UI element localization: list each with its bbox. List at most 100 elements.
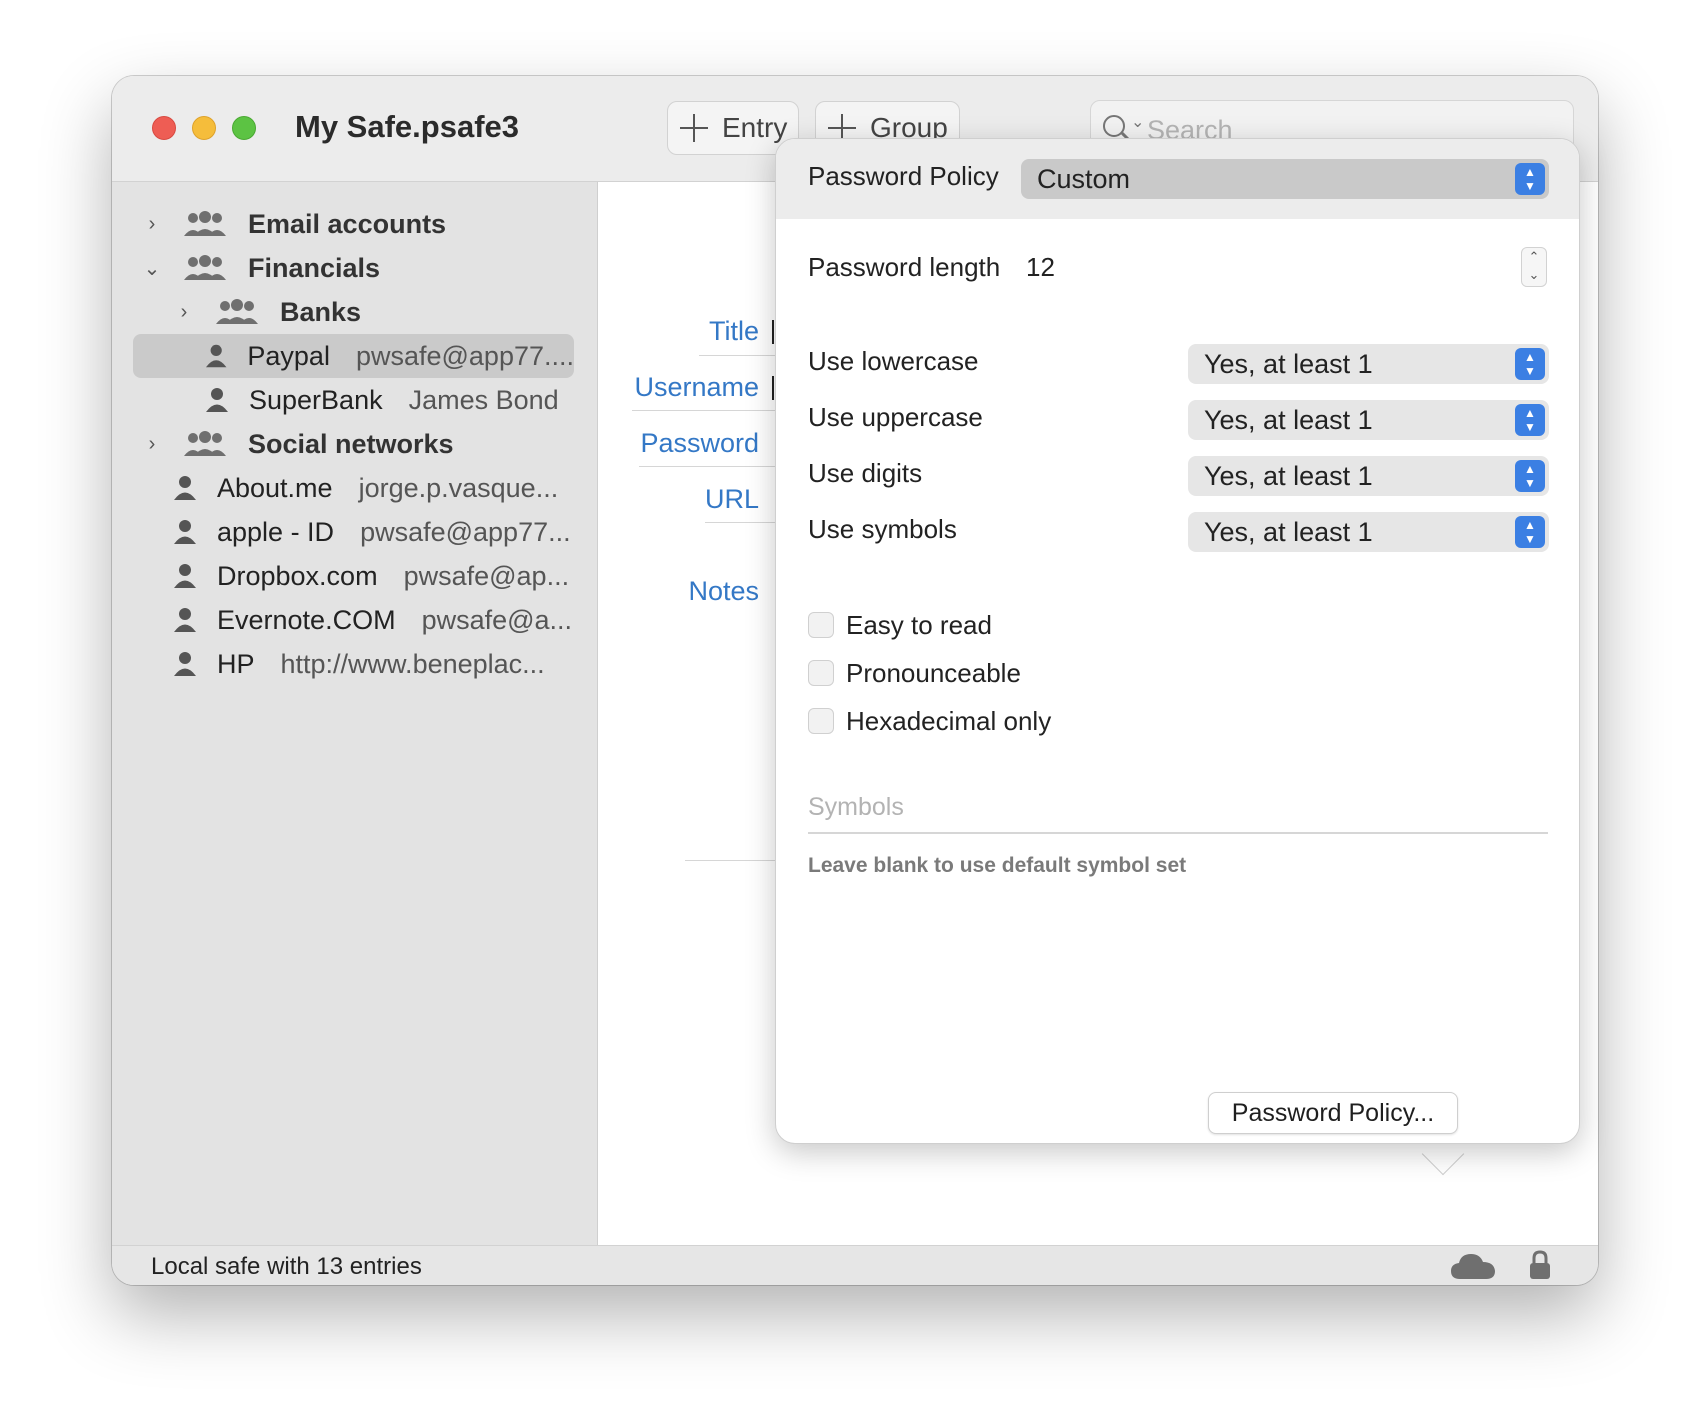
digits-label: Use digits bbox=[808, 458, 923, 488]
pronounceable-label[interactable]: Pronounceable bbox=[846, 658, 1021, 689]
sidebar-entry-superbank[interactable]: SuperBank James Bond bbox=[205, 378, 559, 422]
entry-subtitle: James Bond bbox=[408, 384, 559, 415]
password-policy-popover: Password Policy Custom ▲ ▼ Password lengt… bbox=[775, 138, 1580, 1144]
sidebar-group-financials[interactable]: ⌄ Financials bbox=[140, 246, 380, 290]
entry-title: Evernote.COM bbox=[217, 604, 396, 635]
sidebar-group-email-accounts[interactable]: › Email accounts bbox=[140, 202, 446, 246]
symbols-select[interactable]: Yes, at least 1 ▲ ▼ bbox=[1188, 512, 1549, 552]
password-field[interactable] bbox=[639, 466, 784, 467]
notes-label: Notes bbox=[688, 576, 759, 606]
entry-subtitle: http://www.beneplac... bbox=[280, 648, 545, 679]
entry-title: Dropbox.com bbox=[217, 560, 378, 591]
digits-select-value: Yes, at least 1 bbox=[1204, 460, 1373, 491]
policy-label: Password Policy bbox=[808, 161, 999, 191]
symbols-input[interactable]: Symbols bbox=[808, 793, 904, 822]
entry-title: Paypal bbox=[247, 340, 330, 371]
easy-to-read-checkbox[interactable] bbox=[808, 612, 834, 638]
lowercase-select-value: Yes, at least 1 bbox=[1204, 348, 1373, 379]
group-icon bbox=[184, 255, 226, 280]
entry-title: SuperBank bbox=[249, 384, 383, 415]
group-icon bbox=[216, 299, 258, 324]
entry-subtitle: pwsafe@a... bbox=[421, 604, 573, 635]
group-icon bbox=[184, 211, 226, 236]
lowercase-label: Use lowercase bbox=[808, 346, 979, 376]
zoom-window-button[interactable] bbox=[232, 116, 256, 140]
title-field[interactable] bbox=[772, 320, 774, 344]
notes-field[interactable] bbox=[685, 860, 785, 861]
up-down-chevron-icon: ▲ ▼ bbox=[1515, 460, 1545, 492]
sidebar-group-label: Banks bbox=[280, 296, 362, 327]
pronounceable-checkbox[interactable] bbox=[808, 660, 834, 686]
uppercase-select-value: Yes, at least 1 bbox=[1204, 404, 1373, 435]
password-policy-button[interactable]: Password Policy... bbox=[1208, 1092, 1458, 1134]
entry-subtitle: pwsafe@ap... bbox=[403, 560, 570, 591]
chevron-down-icon[interactable]: ⌄ bbox=[1131, 112, 1144, 132]
url-field[interactable] bbox=[705, 522, 785, 523]
minimize-window-button[interactable] bbox=[192, 116, 216, 140]
policy-select-value: Custom bbox=[1037, 163, 1131, 194]
group-icon bbox=[184, 431, 226, 456]
entry-title: HP bbox=[217, 648, 255, 679]
plus-icon bbox=[680, 114, 708, 142]
title-field-underline bbox=[699, 355, 779, 356]
status-text: Local safe with 13 entries bbox=[151, 1253, 422, 1280]
entry-subtitle: pwsafe@app77.... bbox=[355, 340, 574, 371]
up-down-chevron-icon: ▲ ▼ bbox=[1515, 516, 1545, 548]
entry-subtitle: jorge.p.vasque... bbox=[358, 472, 559, 503]
close-window-button[interactable] bbox=[152, 116, 176, 140]
sidebar-group-banks[interactable]: › Banks bbox=[172, 290, 361, 334]
symbols-input-underline bbox=[808, 832, 1548, 834]
entry-title: About.me bbox=[217, 472, 333, 503]
up-down-chevron-icon: ▲ ▼ bbox=[1515, 163, 1545, 195]
username-field[interactable] bbox=[772, 376, 774, 400]
entry-subtitle: pwsafe@app77... bbox=[360, 516, 571, 547]
sidebar-group-social-networks[interactable]: › Social networks bbox=[140, 422, 454, 466]
chevron-right-icon[interactable]: › bbox=[172, 301, 196, 324]
sidebar-group-label: Email accounts bbox=[248, 208, 447, 239]
sidebar-entry-hp[interactable]: HP http://www.beneplac... bbox=[173, 642, 545, 686]
policy-select[interactable]: Custom ▲ ▼ bbox=[1021, 159, 1549, 199]
person-icon bbox=[174, 652, 196, 676]
up-down-chevron-icon: ▲ ▼ bbox=[1515, 348, 1545, 380]
entry-title: apple - ID bbox=[217, 516, 335, 547]
url-label: URL bbox=[704, 484, 759, 514]
sidebar-group-label: Social networks bbox=[248, 428, 454, 459]
person-icon bbox=[174, 564, 196, 588]
uppercase-select[interactable]: Yes, at least 1 ▲ ▼ bbox=[1188, 400, 1549, 440]
digits-select[interactable]: Yes, at least 1 ▲ ▼ bbox=[1188, 456, 1549, 496]
hexadecimal-only-label[interactable]: Hexadecimal only bbox=[846, 706, 1051, 737]
person-icon bbox=[174, 608, 196, 632]
lowercase-select[interactable]: Yes, at least 1 ▲ ▼ bbox=[1188, 344, 1549, 384]
title-label: Title bbox=[708, 316, 759, 346]
policy-header: Password Policy Custom ▲ ▼ bbox=[776, 139, 1579, 219]
easy-to-read-label[interactable]: Easy to read bbox=[846, 610, 992, 641]
sidebar-entry-dropbox[interactable]: Dropbox.com pwsafe@ap... bbox=[173, 554, 569, 598]
uppercase-label: Use uppercase bbox=[808, 402, 983, 432]
sidebar-group-label: Financials bbox=[248, 252, 381, 283]
status-bar: Local safe with 13 entries bbox=[112, 1245, 1598, 1285]
length-value[interactable]: 12 bbox=[1026, 252, 1055, 283]
hexadecimal-only-checkbox[interactable] bbox=[808, 708, 834, 734]
sidebar-entry-paypal[interactable]: Paypal pwsafe@app77.... bbox=[133, 334, 574, 378]
person-icon bbox=[205, 344, 227, 368]
cloud-icon[interactable] bbox=[1450, 1252, 1496, 1280]
username-label: Username bbox=[634, 372, 759, 402]
sidebar: › Email accounts ⌄ Financials › Banks Pa… bbox=[112, 182, 598, 1245]
window-title: My Safe.psafe3 bbox=[295, 109, 519, 144]
password-label: Password bbox=[640, 428, 759, 458]
sidebar-entry-about-me[interactable]: About.me jorge.p.vasque... bbox=[173, 466, 558, 510]
lock-icon[interactable] bbox=[1529, 1250, 1551, 1280]
username-field-underline bbox=[632, 410, 782, 411]
chevron-down-icon[interactable]: ⌄ bbox=[140, 256, 164, 281]
sidebar-entry-evernote[interactable]: Evernote.COM pwsafe@a... bbox=[173, 598, 572, 642]
chevron-right-icon[interactable]: › bbox=[140, 433, 164, 456]
symbols-select-value: Yes, at least 1 bbox=[1204, 516, 1373, 547]
person-icon bbox=[206, 388, 228, 412]
person-icon bbox=[174, 476, 196, 500]
search-icon[interactable] bbox=[1103, 115, 1125, 137]
up-down-chevron-icon: ▲ ▼ bbox=[1515, 404, 1545, 436]
chevron-right-icon[interactable]: › bbox=[140, 213, 164, 236]
sidebar-entry-apple-id[interactable]: apple - ID pwsafe@app77... bbox=[173, 510, 571, 554]
length-stepper[interactable]: ⌃ ⌄ bbox=[1521, 247, 1547, 287]
person-icon bbox=[174, 520, 196, 544]
